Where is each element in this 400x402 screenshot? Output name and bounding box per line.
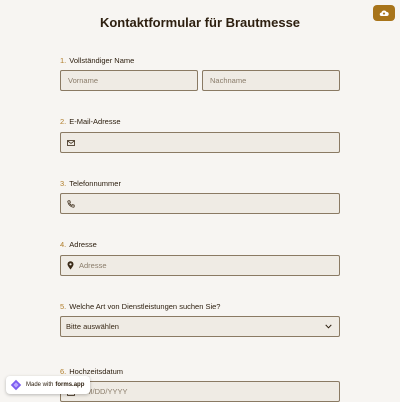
last-name-input[interactable]: Nachname [202, 70, 340, 91]
question-label-wedding-date: 6. Hochzeitsdatum [60, 367, 124, 376]
first-name-input[interactable]: Vorname [60, 70, 198, 91]
phone-icon [67, 199, 75, 208]
chevron-down-icon [325, 324, 332, 329]
services-select[interactable]: Bitte auswählen [60, 316, 340, 337]
question-label-address: 4. Adresse [60, 240, 97, 249]
address-input[interactable]: Adresse [60, 255, 340, 276]
address-placeholder: Adresse [79, 261, 107, 270]
question-label-email: 2. E-Mail-Adresse [60, 117, 121, 126]
last-name-placeholder: Nachname [210, 76, 247, 85]
forms-app-logo [10, 379, 22, 391]
badge-brand: forms.app [55, 382, 85, 388]
first-name-placeholder: Vorname [68, 76, 99, 85]
wedding-date-input[interactable]: MM/DD/YYYY [60, 381, 340, 402]
made-with-forms-app-badge[interactable]: Made with forms.app [6, 376, 90, 394]
envelope-icon [67, 139, 75, 146]
question-label-full-name: 1. Vollständiger Name [60, 56, 135, 65]
question-label-services: 5. Welche Art von Dienstleistungen suchen… [60, 302, 221, 311]
location-pin-icon [67, 261, 74, 270]
question-label-phone: 3. Telefonnummer [60, 179, 121, 188]
phone-input[interactable] [60, 193, 340, 214]
badge-prefix: Made with [26, 382, 54, 388]
services-select-value: Bitte auswählen [66, 322, 119, 331]
form-title: Kontaktformular für Brautmesse [99, 15, 301, 30]
email-input[interactable] [60, 132, 340, 153]
